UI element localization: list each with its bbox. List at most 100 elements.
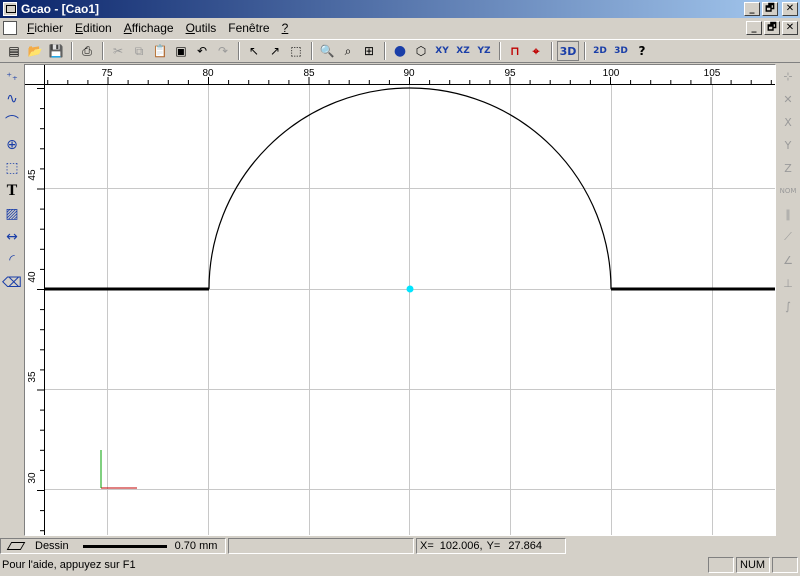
- ruler-x-label: 90: [403, 68, 415, 79]
- toolbar-separator: [551, 42, 553, 60]
- property-bar: Dessin 0.70 mm X= 102.006, Y= 27.864: [0, 537, 800, 555]
- menu-help[interactable]: ?: [276, 21, 295, 35]
- window-controls: _ 🗗 ✕: [744, 2, 798, 16]
- help-text: Pour l'aide, appuyez sur F1: [2, 559, 136, 571]
- menu-edition[interactable]: Edition: [69, 21, 118, 35]
- snap-curve-icon[interactable]: ∫: [777, 295, 799, 317]
- select-arrow-icon[interactable]: ↖: [244, 41, 264, 61]
- snap-x-icon[interactable]: X: [777, 111, 799, 133]
- print-icon[interactable]: ⎙: [77, 41, 97, 61]
- status-bar: Pour l'aide, appuyez sur F1 NUM: [0, 555, 800, 575]
- zoom-extents-icon[interactable]: ⊞: [359, 41, 379, 61]
- circle-tool-icon[interactable]: ⊕: [1, 134, 23, 156]
- snap-intersect-icon[interactable]: ✕: [777, 88, 799, 110]
- snap-point-icon[interactable]: ⌖: [526, 41, 546, 61]
- menu-outils[interactable]: Outils: [180, 21, 223, 35]
- horizontal-ruler: [25, 65, 775, 85]
- snap-perpendicular-icon[interactable]: ⊥: [777, 272, 799, 294]
- vertical-ruler: [25, 65, 45, 535]
- document-window-controls: _ 🗗 ✕: [746, 21, 798, 35]
- toolbar-separator: [384, 42, 386, 60]
- text-tool-icon[interactable]: T: [1, 180, 23, 202]
- layer-panel[interactable]: Dessin 0.70 mm: [0, 538, 226, 554]
- snap-z-icon[interactable]: Z: [777, 157, 799, 179]
- select-window-icon[interactable]: ⬚: [286, 41, 306, 61]
- coord-x-value: 102.006,: [439, 540, 483, 552]
- ruler-x-label: 95: [504, 68, 516, 79]
- title-bar: Gcao - [Cao1] _ 🗗 ✕: [0, 0, 800, 18]
- toolbar-separator: [102, 42, 104, 60]
- snap-nom-icon[interactable]: NOM: [777, 180, 799, 202]
- drawing-toolbar: ⁺₊ ∿ ⌒ ⊕ ⬚ T ▨ ↔ ◜ ⌫: [0, 64, 24, 534]
- zoom-dynamic-icon[interactable]: ⌕: [338, 41, 358, 61]
- toolbar-separator: [238, 42, 240, 60]
- undo-icon[interactable]: ↶: [192, 41, 212, 61]
- fillet-tool-icon[interactable]: ◜: [1, 249, 23, 271]
- line-width-value: 0.70 mm: [174, 540, 218, 552]
- status-empty-panel: [228, 538, 414, 554]
- arc-center-point[interactable]: [406, 285, 414, 293]
- coord-x-label: X=: [420, 540, 434, 552]
- snap-tangent-icon[interactable]: ⟋: [777, 226, 799, 248]
- snap-end-icon[interactable]: ⊹: [777, 65, 799, 87]
- ruler-x-label: 85: [303, 68, 315, 79]
- ruler-x-label: 80: [202, 68, 214, 79]
- paste-icon[interactable]: 📋: [150, 41, 170, 61]
- save-icon[interactable]: 💾: [46, 41, 66, 61]
- menu-fenetre[interactable]: Fenêtre: [222, 21, 275, 35]
- iso-view-icon[interactable]: ⬡: [411, 41, 431, 61]
- toolbar-separator: [71, 42, 73, 60]
- snap-parallel-icon[interactable]: ∥: [777, 203, 799, 225]
- minimize-button[interactable]: _: [744, 2, 760, 16]
- ruler-x-label: 105: [704, 68, 721, 79]
- ruler-x-label: 75: [101, 68, 113, 79]
- open-folder-icon[interactable]: 📂: [25, 41, 45, 61]
- line-width-sample: [82, 544, 167, 548]
- snap-magnet-icon[interactable]: ⊓: [505, 41, 525, 61]
- help-context-icon[interactable]: ?: [632, 41, 652, 61]
- snap-toolbar: ⊹ ✕ X Y Z NOM ∥ ⟋ ∠ ⊥ ∫: [776, 64, 800, 534]
- restore-button[interactable]: 🗗: [762, 2, 778, 16]
- export-3d-icon[interactable]: 3D: [611, 41, 631, 61]
- polyline-tool-icon[interactable]: ∿: [1, 88, 23, 110]
- export-2d-icon[interactable]: 2D: [590, 41, 610, 61]
- close-button[interactable]: ✕: [782, 2, 798, 16]
- ruler-x-label: 100: [603, 68, 620, 79]
- new-document-icon[interactable]: ▤: [4, 41, 24, 61]
- plane-yz-icon[interactable]: YZ: [474, 41, 494, 61]
- menu-bar: Fichier Edition Affichage Outils Fenêtre…: [0, 18, 800, 38]
- ruler-y-label: 45: [27, 169, 38, 181]
- app-icon[interactable]: [3, 2, 17, 16]
- menu-fichier[interactable]: Fichier: [21, 21, 69, 35]
- window-title: Gcao - [Cao1]: [21, 2, 100, 16]
- render-sphere-icon[interactable]: ●: [390, 41, 410, 61]
- drawing-canvas[interactable]: 75 80 85 90 95 100 105 45 40 35 30: [24, 64, 776, 536]
- doc-minimize-button[interactable]: _: [746, 21, 762, 35]
- num-lock-indicator: NUM: [736, 557, 770, 573]
- redo-icon[interactable]: ↷: [213, 41, 233, 61]
- doc-restore-button[interactable]: 🗗: [764, 21, 780, 35]
- hatch-tool-icon[interactable]: ▨: [1, 203, 23, 225]
- point-tool-icon[interactable]: ⁺₊: [1, 65, 23, 87]
- snap-y-icon[interactable]: Y: [777, 134, 799, 156]
- plane-xy-icon[interactable]: XY: [432, 41, 452, 61]
- copy-icon[interactable]: ⧉: [129, 41, 149, 61]
- properties-icon[interactable]: ▣: [171, 41, 191, 61]
- menu-affichage[interactable]: Affichage: [118, 21, 180, 35]
- drawing-svg[interactable]: 75 80 85 90 95 100 105 45 40 35 30: [25, 65, 775, 535]
- select-curve-icon[interactable]: ↗: [265, 41, 285, 61]
- view-3d-icon[interactable]: 3D: [557, 41, 579, 61]
- zoom-window-icon[interactable]: 🔍: [317, 41, 337, 61]
- ruler-y-label: 30: [27, 472, 38, 484]
- eraser-tool-icon[interactable]: ⌫: [1, 272, 23, 294]
- rectangle-tool-icon[interactable]: ⬚: [1, 157, 23, 179]
- snap-angle-icon[interactable]: ∠: [777, 249, 799, 271]
- document-icon[interactable]: [3, 21, 17, 35]
- plane-xz-icon[interactable]: XZ: [453, 41, 473, 61]
- toolbar-separator: [584, 42, 586, 60]
- status-indicator-empty: [772, 557, 798, 573]
- curve-tool-icon[interactable]: ⌒: [1, 111, 23, 133]
- doc-close-button[interactable]: ✕: [782, 21, 798, 35]
- cut-icon[interactable]: ✂: [108, 41, 128, 61]
- dimension-tool-icon[interactable]: ↔: [1, 226, 23, 248]
